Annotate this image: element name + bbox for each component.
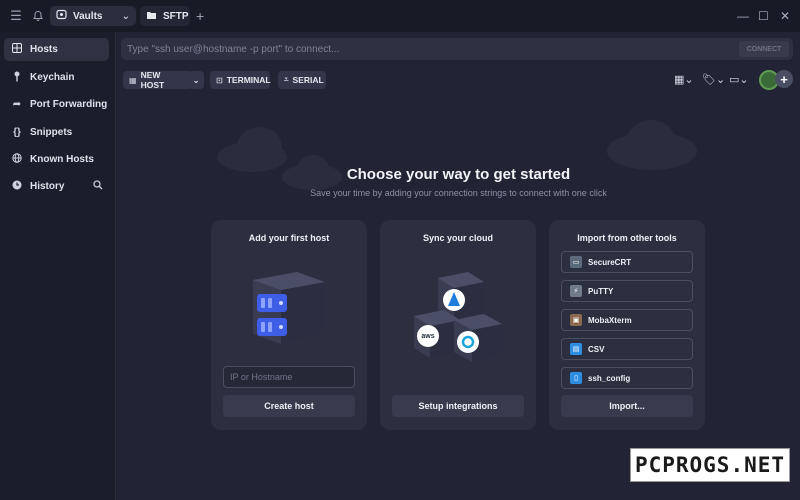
maximize-icon[interactable]: ☐ <box>758 9 769 23</box>
page-subtitle: Save your time by adding your connection… <box>310 188 607 198</box>
grid-view-icon[interactable]: ▦⌄ <box>674 73 694 86</box>
sidebar-item-label: Hosts <box>30 44 58 55</box>
card-title: Add your first host <box>248 233 330 243</box>
sidebar: Hosts Keychain ➦ Port Forwarding {} Snip… <box>0 32 116 500</box>
tab-label: Vaults <box>73 10 103 22</box>
new-host-button[interactable]: ▦ NEW HOST <box>123 70 191 90</box>
arrow-forward-icon: ➦ <box>12 99 22 110</box>
new-tab-plus-icon[interactable]: + <box>196 8 204 24</box>
hostname-input[interactable] <box>223 366 355 388</box>
import-securecrt-button[interactable]: ▭ SecureCRT <box>561 251 693 273</box>
mobaxterm-icon: ▣ <box>570 314 582 326</box>
page-title: Choose your way to get started <box>346 166 571 183</box>
import-item-label: SecureCRT <box>588 257 632 267</box>
grid-icon: ▦ <box>129 75 137 85</box>
terminal-label: TERMINAL <box>226 75 271 85</box>
sidebar-item-label: Keychain <box>30 72 75 83</box>
import-mobaxterm-button[interactable]: ▣ MobaXterm <box>561 309 693 331</box>
sidebar-item-snippets[interactable]: {} Snippets <box>4 121 109 144</box>
folder-icon <box>146 10 157 23</box>
sidebar-item-label: Known Hosts <box>30 154 94 165</box>
globe-icon <box>12 153 22 166</box>
import-ssh-config-button[interactable]: ▯ ssh_config <box>561 367 693 389</box>
import-button[interactable]: Import... <box>561 395 693 417</box>
sidebar-item-port-forwarding[interactable]: ➦ Port Forwarding <box>4 93 109 116</box>
import-item-label: CSV <box>588 344 605 354</box>
sidebar-item-label: Snippets <box>30 127 73 138</box>
braces-icon: {} <box>13 127 21 138</box>
sidebar-item-label: History <box>30 181 65 192</box>
serial-label: SERIAL <box>292 75 324 85</box>
tab-label: SFTP <box>163 10 189 22</box>
cloud-providers-icon: aws <box>410 270 510 373</box>
svg-text:aws: aws <box>421 333 434 340</box>
sidebar-item-label: Port Forwarding <box>30 99 108 110</box>
create-host-button[interactable]: Create host <box>223 395 355 417</box>
import-card: Import from other tools ▭ SecureCRT ⚡ Pu… <box>549 220 705 430</box>
serial-icon: ⩡ <box>284 75 289 84</box>
clock-icon <box>12 180 22 193</box>
sidebar-item-hosts[interactable]: Hosts <box>4 38 109 61</box>
import-item-label: PuTTY <box>588 286 614 296</box>
add-host-card: Add your first host Create host <box>211 220 367 430</box>
setup-integrations-button[interactable]: Setup integrations <box>392 395 524 417</box>
title-bar: ☰ Vaults ⌄ SFTP + — ☐ ✕ <box>0 0 800 32</box>
add-account-icon[interactable]: + <box>775 70 793 88</box>
new-host-dropdown-button[interactable]: ⌄ <box>188 71 204 89</box>
menu-icon[interactable]: ☰ <box>8 8 24 24</box>
layout-icon[interactable]: ▭⌄ <box>729 73 749 86</box>
sync-cloud-card: Sync your cloud aws Setup integrations <box>380 220 536 430</box>
main-content: CONNECT ▦ NEW HOST ⌄ ⊡ TERMINAL ⩡ SERIAL… <box>117 32 800 500</box>
grid-icon <box>12 43 22 56</box>
tag-icon[interactable]: 🏷⌄ <box>702 73 725 86</box>
minimize-icon[interactable]: — <box>737 9 749 23</box>
key-icon <box>12 71 22 85</box>
putty-icon: ⚡ <box>570 285 582 297</box>
file-icon: ▯ <box>570 372 582 384</box>
serial-button[interactable]: ⩡ SERIAL <box>278 71 326 89</box>
new-host-label: NEW HOST <box>140 70 165 90</box>
sidebar-item-history[interactable]: History <box>4 175 109 198</box>
server-icon <box>247 268 331 351</box>
tab-vaults[interactable]: Vaults ⌄ <box>50 6 136 26</box>
tab-sftp[interactable]: SFTP <box>140 6 190 26</box>
close-icon[interactable]: ✕ <box>780 9 790 23</box>
import-putty-button[interactable]: ⚡ PuTTY <box>561 280 693 302</box>
connect-bar: CONNECT <box>121 38 793 60</box>
chevron-down-icon: ⌄ <box>192 74 200 85</box>
import-item-label: ssh_config <box>588 373 631 383</box>
connect-input[interactable] <box>127 41 727 57</box>
terminal-button[interactable]: ⊡ TERMINAL <box>210 71 271 89</box>
csv-icon: ▤ <box>570 343 582 355</box>
bell-icon[interactable] <box>30 8 46 24</box>
import-csv-button[interactable]: ▤ CSV <box>561 338 693 360</box>
sidebar-item-known-hosts[interactable]: Known Hosts <box>4 148 109 171</box>
search-icon[interactable] <box>93 180 103 193</box>
watermark: PCPROGS.NET <box>630 448 790 482</box>
card-title: Sync your cloud <box>422 233 493 243</box>
sidebar-item-keychain[interactable]: Keychain <box>4 66 109 89</box>
import-item-label: MobaXterm <box>588 315 632 325</box>
connect-button[interactable]: CONNECT <box>739 41 789 57</box>
vault-icon <box>56 9 67 23</box>
chevron-down-icon[interactable]: ⌄ <box>122 11 130 22</box>
securecrt-icon: ▭ <box>570 256 582 268</box>
card-title: Import from other tools <box>577 233 677 243</box>
terminal-icon: ⊡ <box>216 75 223 85</box>
